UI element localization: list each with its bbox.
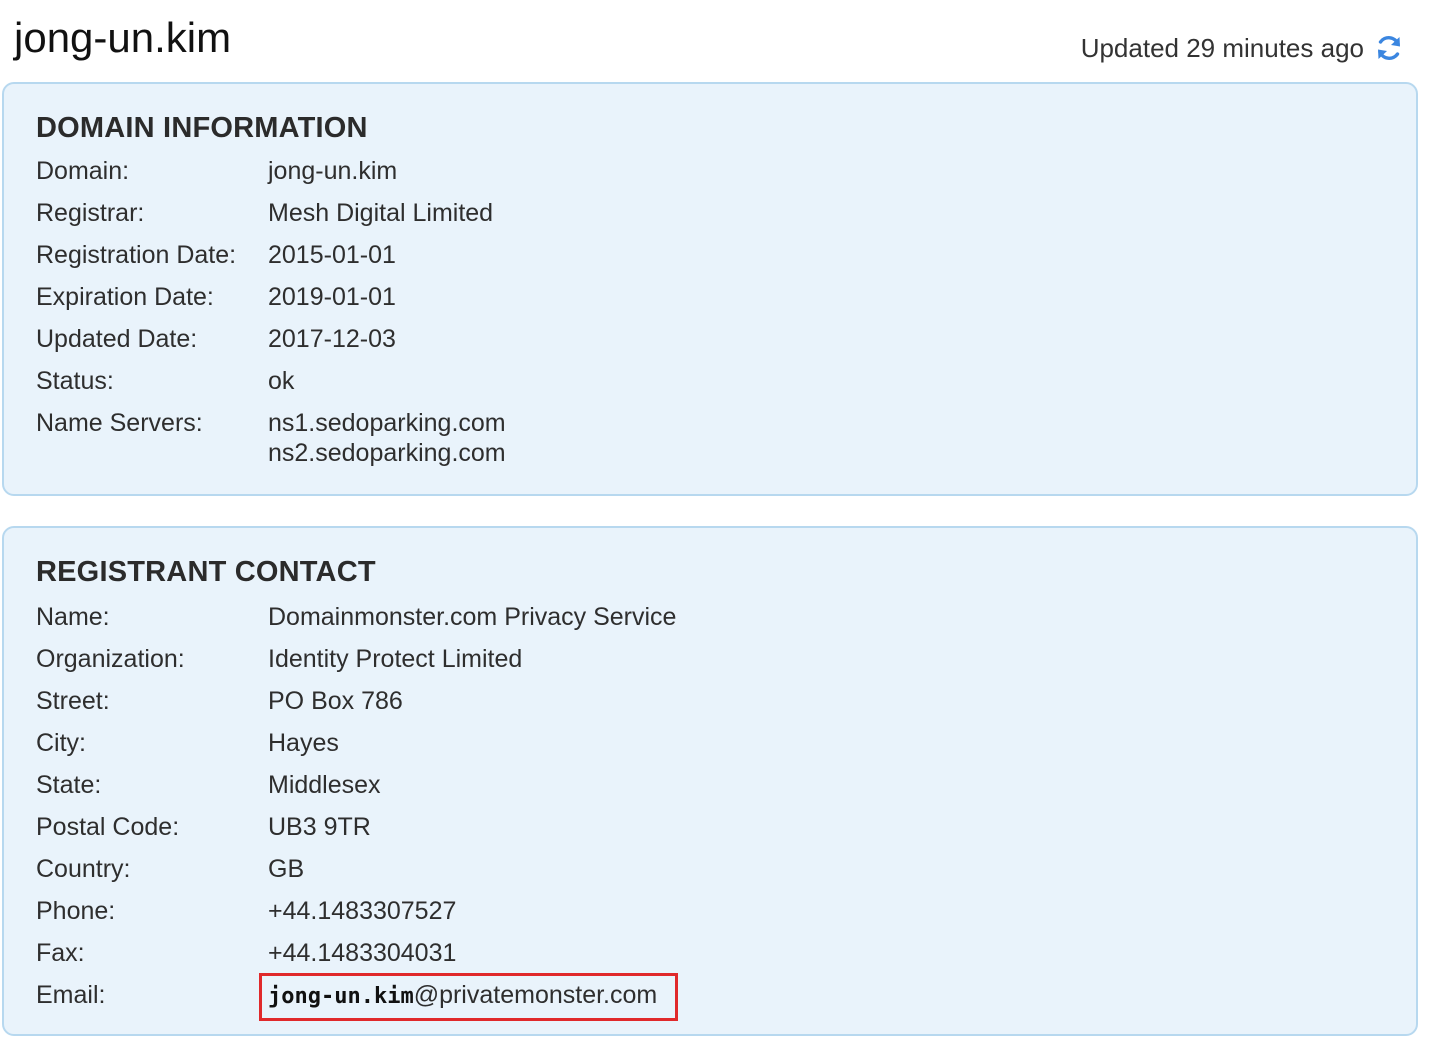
registration-date-value: 2015-01-01: [268, 241, 396, 269]
name-servers-row: Name Servers: ns1.sedoparking.com ns2.se…: [36, 408, 1396, 468]
state-label: State:: [36, 771, 102, 799]
registrant-contact-heading: REGISTRANT CONTACT: [36, 556, 376, 588]
state-row: State: Middlesex: [36, 770, 1396, 800]
registrar-row: Registrar: Mesh Digital Limited: [36, 198, 1396, 228]
name-row: Name: Domainmonster.com Privacy Service: [36, 602, 1396, 632]
expiration-date-value: 2019-01-01: [268, 283, 396, 311]
domain-information-rows: Domain: jong-un.kim Registrar: Mesh Digi…: [36, 156, 1396, 480]
expiration-date-label: Expiration Date:: [36, 283, 214, 311]
street-row: Street: PO Box 786: [36, 686, 1396, 716]
email-label: Email:: [36, 981, 106, 1009]
registrar-label: Registrar:: [36, 199, 145, 227]
street-label: Street:: [36, 687, 110, 715]
postal-code-row: Postal Code: UB3 9TR: [36, 812, 1396, 842]
email-domain: @privatemonster.com: [413, 981, 658, 1009]
registrar-value: Mesh Digital Limited: [268, 199, 494, 227]
country-row: Country: GB: [36, 854, 1396, 884]
email-row: Email: jong-un.kim@privatemonster.com: [36, 973, 1396, 1021]
page-title: jong-un.kim: [14, 14, 232, 61]
city-row: City: Hayes: [36, 728, 1396, 758]
updated-status: Updated 29 minutes ago: [1081, 30, 1404, 66]
name-server-2: ns2.sedoparking.com: [268, 439, 506, 467]
fax-row: Fax: +44.1483304031: [36, 938, 1396, 968]
updated-text: Updated 29 minutes ago: [1080, 33, 1364, 63]
email-value: jong-un.kim@privatemonster.com: [259, 973, 679, 1021]
phone-row: Phone: +44.1483307527: [36, 896, 1396, 926]
organization-label: Organization:: [36, 645, 185, 673]
country-value: GB: [268, 855, 305, 883]
updated-date-row: Updated Date: 2017-12-03: [36, 324, 1396, 354]
status-label: Status:: [36, 367, 114, 395]
updated-date-label: Updated Date:: [36, 325, 198, 353]
name-value: Domainmonster.com Privacy Service: [268, 603, 677, 631]
domain-row: Domain: jong-un.kim: [36, 156, 1396, 186]
city-label: City:: [36, 729, 86, 757]
status-row: Status: ok: [36, 366, 1396, 396]
registration-date-label: Registration Date:: [36, 241, 237, 269]
refresh-icon-graphic: [1378, 36, 1400, 60]
postal-code-value: UB3 9TR: [268, 813, 371, 841]
domain-information-heading: DOMAIN INFORMATION: [36, 112, 368, 144]
fax-label: Fax:: [36, 939, 85, 967]
name-label: Name:: [36, 603, 110, 631]
registrant-contact-rows: Name: Domainmonster.com Privacy Service …: [36, 602, 1396, 1033]
organization-value: Identity Protect Limited: [268, 645, 523, 673]
name-server-1: ns1.sedoparking.com: [268, 409, 506, 437]
registrant-contact-panel: REGISTRANT CONTACT Name: Domainmonster.c…: [2, 526, 1418, 1036]
domain-label: Domain:: [36, 157, 130, 185]
city-value: Hayes: [268, 729, 339, 757]
refresh-icon[interactable]: [1374, 33, 1404, 63]
domain-value: jong-un.kim: [268, 157, 398, 185]
fax-value: +44.1483304031: [268, 939, 457, 967]
organization-row: Organization: Identity Protect Limited: [36, 644, 1396, 674]
street-value: PO Box 786: [268, 687, 403, 715]
name-servers-label: Name Servers:: [36, 409, 203, 437]
email-user: jong-un.kim: [268, 984, 414, 1009]
domain-information-panel: DOMAIN INFORMATION Domain: jong-un.kim R…: [2, 82, 1418, 496]
status-value: ok: [268, 367, 295, 395]
phone-label: Phone:: [36, 897, 116, 925]
phone-value: +44.1483307527: [268, 897, 457, 925]
postal-code-label: Postal Code:: [36, 813, 180, 841]
expiration-date-row: Expiration Date: 2019-01-01: [36, 282, 1396, 312]
state-value: Middlesex: [268, 771, 381, 799]
country-label: Country:: [36, 855, 131, 883]
updated-date-value: 2017-12-03: [268, 325, 396, 353]
registration-date-row: Registration Date: 2015-01-01: [36, 240, 1396, 270]
email-highlight-box: jong-un.kim@privatemonster.com: [259, 973, 679, 1021]
name-servers-value: ns1.sedoparking.com ns2.sedoparking.com: [268, 408, 506, 468]
